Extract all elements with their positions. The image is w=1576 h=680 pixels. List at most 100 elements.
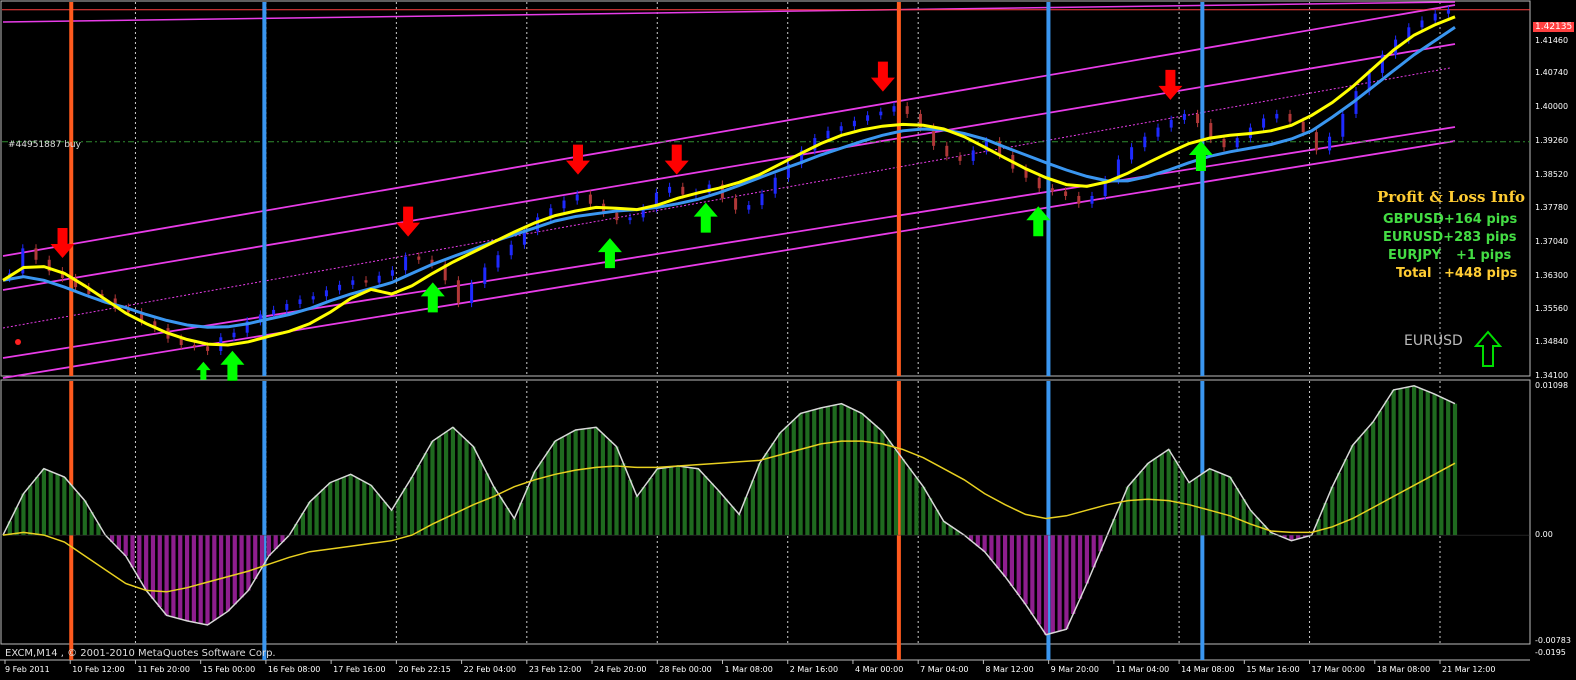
channel-line xyxy=(2,4,1456,257)
candle-body xyxy=(575,194,579,201)
price-tick-label: 1.35560 xyxy=(1535,304,1569,314)
candle-body xyxy=(1156,127,1160,137)
channel-midline xyxy=(2,67,1451,329)
candle-body xyxy=(1090,195,1094,204)
oscillator-tick-label: 0.00 xyxy=(1535,530,1553,539)
time-tick-label: 1 Mar 08:00 xyxy=(724,665,773,674)
candle-body xyxy=(1235,138,1239,148)
candle-body xyxy=(483,267,487,284)
candle-body xyxy=(338,284,342,291)
down-arrow-icon xyxy=(396,206,421,237)
price-tick-label: 1.40740 xyxy=(1535,68,1569,78)
channel-line xyxy=(2,126,1456,359)
candle-body xyxy=(1064,191,1068,196)
price-tick-label: 1.40000 xyxy=(1535,102,1569,112)
candle-body xyxy=(1077,195,1081,204)
candle-body xyxy=(496,255,500,268)
channel-line xyxy=(2,1,1456,23)
time-tick-label: 15 Mar 16:00 xyxy=(1246,665,1300,674)
up-arrow-icon xyxy=(196,361,211,380)
down-arrow-icon xyxy=(565,144,590,175)
time-tick-label: 11 Mar 04:00 xyxy=(1115,665,1170,674)
candle-body xyxy=(272,309,276,315)
pnl-symbol: EURJPY xyxy=(1388,248,1442,263)
candle-body xyxy=(668,186,672,193)
footer-copyright: EXCM,M14 , © 2001-2010 MetaQuotes Softwa… xyxy=(5,648,276,659)
candle-body xyxy=(1262,118,1266,128)
candle-body xyxy=(1182,113,1186,120)
candle-body xyxy=(417,256,421,260)
pnl-value: +283 pips xyxy=(1443,230,1517,245)
candle-body xyxy=(377,275,381,283)
candle-body xyxy=(179,338,183,346)
candle-body xyxy=(681,186,685,195)
candle-body xyxy=(905,106,909,114)
pnl-row-eurjpy: EURJPY +1 pips xyxy=(1388,248,1511,263)
candle-body xyxy=(1050,188,1054,192)
time-tick-label: 15 Feb 00:00 xyxy=(202,665,256,674)
price-tick-label: 1.38520 xyxy=(1535,169,1569,179)
trading-chart xyxy=(0,0,1531,664)
price-tick-label: 1.37040 xyxy=(1535,236,1569,246)
candle-body xyxy=(1341,113,1345,137)
time-tick-label: 16 Feb 08:00 xyxy=(267,665,321,674)
candle-body xyxy=(404,256,408,271)
time-tick-label: 17 Mar 00:00 xyxy=(1311,665,1365,674)
oscillator-tick-label: -0.00783 xyxy=(1535,636,1571,645)
candle-body xyxy=(192,345,196,347)
candle-body xyxy=(1328,136,1332,151)
price-tick-label: 1.34100 xyxy=(1535,371,1569,380)
time-tick-label: 7 Mar 04:00 xyxy=(920,665,969,674)
pnl-value: +164 pips xyxy=(1443,212,1518,227)
candle-body xyxy=(1169,119,1173,128)
candle-body xyxy=(1288,113,1292,122)
candle-body xyxy=(324,290,328,297)
symbol-signal-label: EURUSD xyxy=(1404,333,1463,349)
order-label: #44951887 buy xyxy=(8,140,81,150)
pnl-value: +448 pips xyxy=(1444,266,1518,281)
time-tick-label: 8 Mar 12:00 xyxy=(985,665,1034,674)
price-tick-label: 1.34840 xyxy=(1535,337,1569,347)
channel-line xyxy=(2,43,1456,291)
oscillator-tick-label: 0.01098 xyxy=(1535,381,1569,390)
down-arrow-icon xyxy=(664,144,689,175)
time-tick-label: 9 Feb 2011 xyxy=(5,665,50,674)
time-tick-label: 17 Feb 16:00 xyxy=(333,665,386,674)
candle-body xyxy=(1275,113,1279,119)
price-tick-label: 1.39260 xyxy=(1535,135,1569,145)
candle-body xyxy=(628,217,632,221)
time-tick-label: 10 Feb 12:00 xyxy=(72,665,125,674)
candle-body xyxy=(971,150,975,161)
pnl-row-eurusd: EURUSD+283 pips xyxy=(1383,230,1517,245)
candle-body xyxy=(1446,10,1450,14)
candle-body xyxy=(456,280,460,304)
candle-body xyxy=(1196,113,1200,124)
price-panel-frame xyxy=(0,0,1531,377)
candle-body xyxy=(298,299,302,304)
oscillator-tick-label: -0.0195 xyxy=(1535,648,1566,657)
pnl-symbol: EURUSD xyxy=(1383,230,1444,245)
candle-body xyxy=(351,280,355,285)
marker-dot xyxy=(15,339,21,345)
time-tick-label: 11 Feb 20:00 xyxy=(137,665,190,674)
candle-body xyxy=(958,156,962,161)
candle-body xyxy=(1130,147,1134,160)
candle-body xyxy=(892,106,896,112)
candle-body xyxy=(773,177,777,194)
down-arrow-icon xyxy=(1158,69,1183,100)
time-tick-label: 22 Feb 04:00 xyxy=(463,665,517,674)
candle-body xyxy=(232,332,236,338)
price-tick-label: 1.36300 xyxy=(1535,270,1569,280)
candle-body xyxy=(852,120,856,127)
candle-body xyxy=(839,126,843,131)
candle-body xyxy=(1143,136,1147,148)
pnl-symbol: Total xyxy=(1396,266,1432,281)
pnl-row-gbpusd: GBPUSD+164 pips xyxy=(1383,212,1517,227)
time-tick-label: 18 Mar 08:00 xyxy=(1376,665,1431,674)
up-arrow-icon xyxy=(693,202,718,233)
candle-body xyxy=(390,270,394,276)
price-tick-label: 1.37780 xyxy=(1535,203,1569,213)
candle-body xyxy=(285,303,289,310)
time-tick-label: 20 Feb 22:15 xyxy=(398,665,451,674)
candle-body xyxy=(562,200,566,209)
